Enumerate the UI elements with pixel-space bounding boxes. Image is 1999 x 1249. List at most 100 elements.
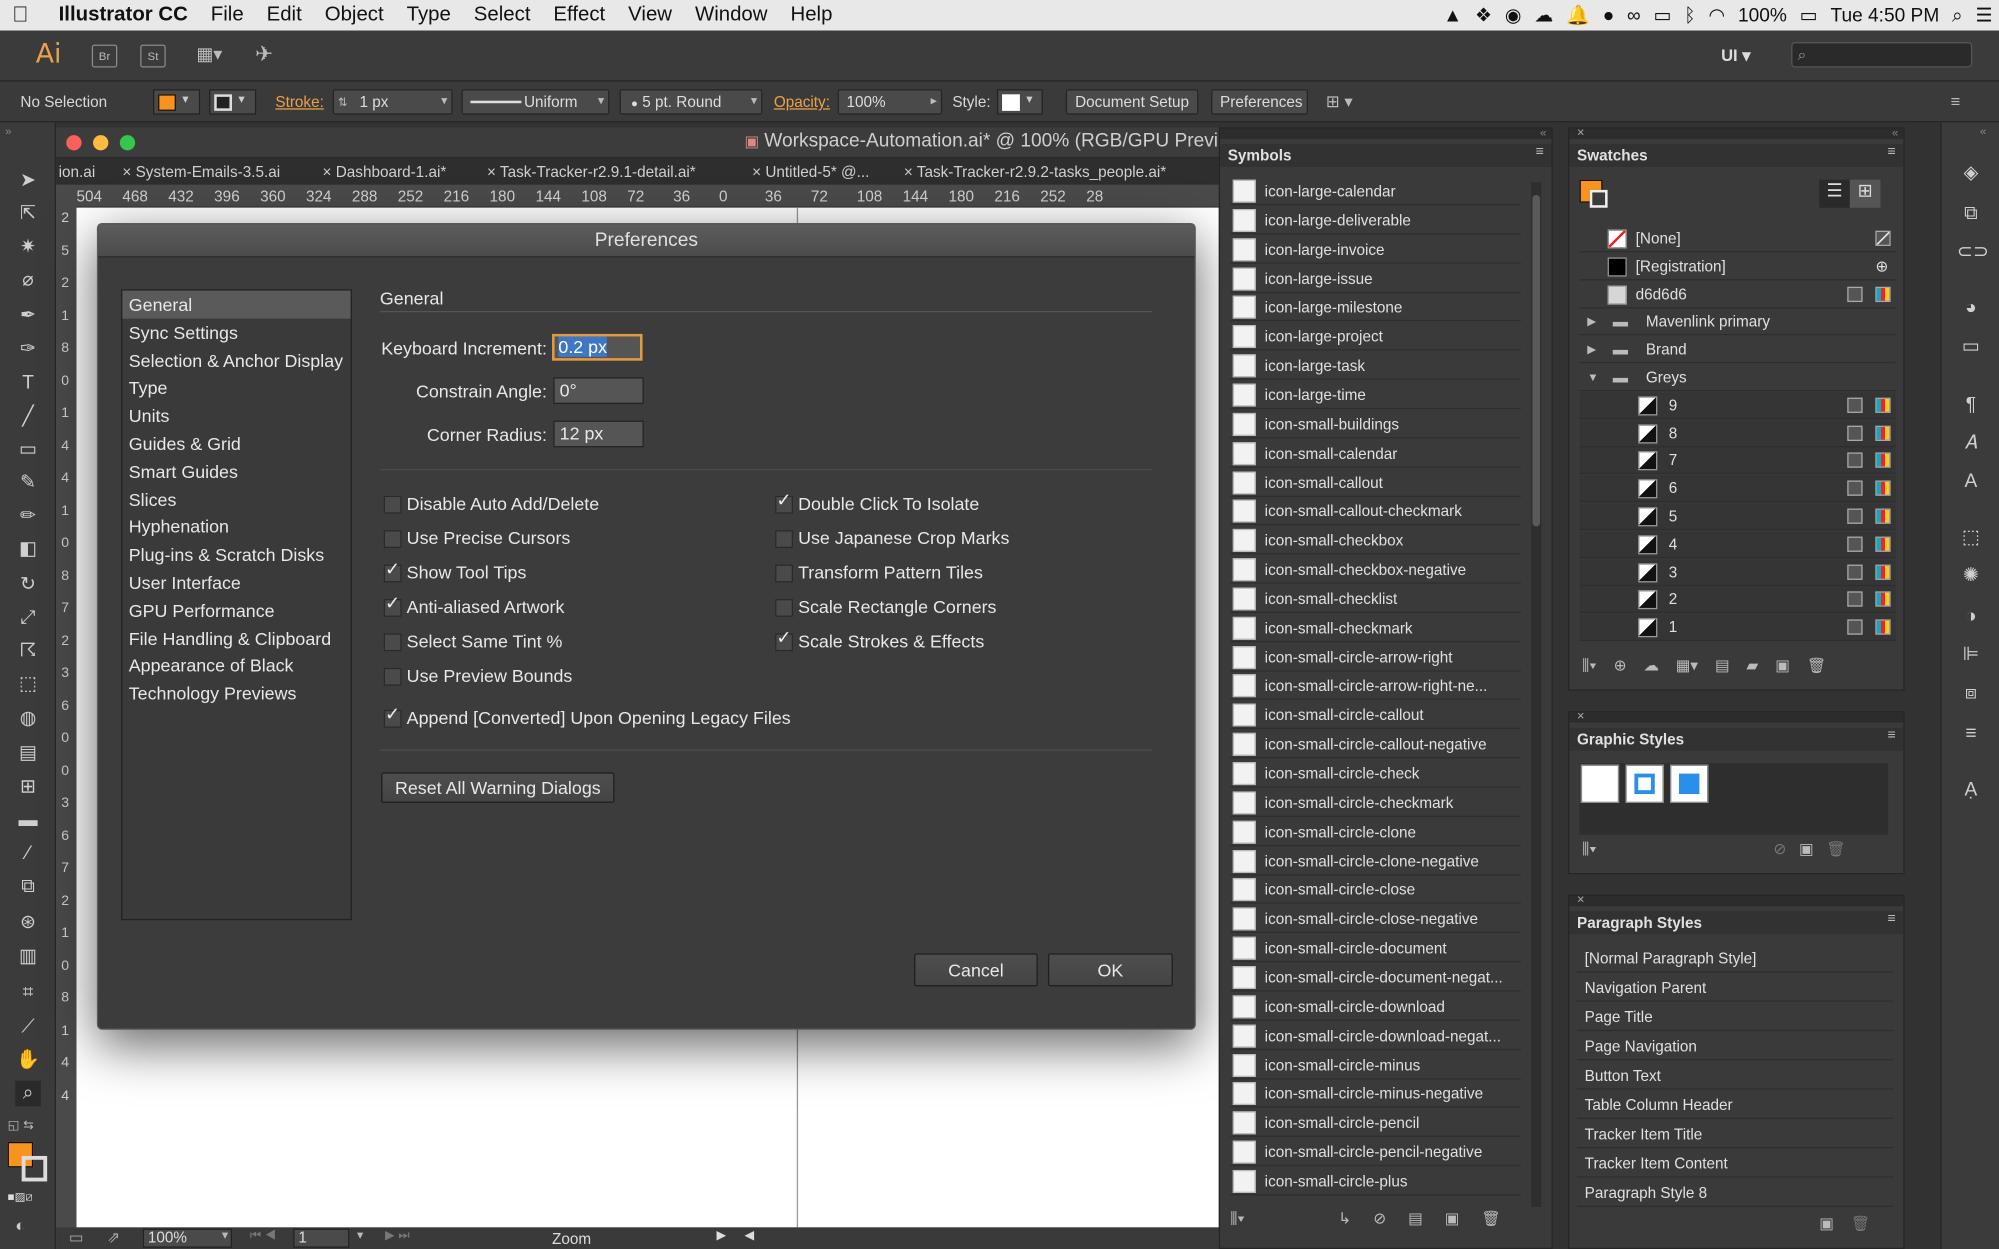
symbol-list-item[interactable]: icon-large-issue	[1230, 265, 1521, 293]
pref-nav-item[interactable]: Appearance of Black	[122, 652, 350, 680]
menu-object[interactable]: Object	[313, 4, 395, 27]
align-icon[interactable]: ⊫	[1957, 642, 1985, 667]
eyedropper-tool-icon[interactable]: ⁄	[15, 841, 40, 866]
menu-type[interactable]: Type	[395, 4, 462, 27]
swatch-row[interactable]: 7	[1579, 447, 1896, 475]
pref-nav-item[interactable]: User Interface	[122, 568, 350, 596]
arrange-documents-icon[interactable]: ▦▾	[196, 43, 234, 68]
pref-nav-item[interactable]: Units	[122, 402, 350, 430]
panel-menu-icon[interactable]: ≡	[1536, 144, 1544, 159]
symbol-list-item[interactable]: icon-small-circle-clone	[1230, 818, 1521, 846]
pref-nav-item[interactable]: Slices	[122, 485, 350, 513]
chevron-right-icon[interactable]: ▶	[1587, 309, 1596, 336]
option-checkbox[interactable]: Disable Auto Add/Delete	[383, 493, 599, 514]
symbol-list-item[interactable]: icon-large-task	[1230, 352, 1521, 380]
delete-icon[interactable]: 🗑	[1481, 1209, 1500, 1227]
symbol-list-item[interactable]: icon-small-checkbox-negative	[1230, 556, 1521, 584]
pen-tool-icon[interactable]: ✒	[15, 303, 40, 328]
lasso-tool-icon[interactable]: ⌀	[15, 268, 40, 293]
shape-builder-tool-icon[interactable]: ◍	[15, 706, 40, 731]
keyboard-increment-field[interactable]: 0.2 px	[552, 333, 643, 361]
close-tab-icon[interactable]: ×	[904, 163, 913, 181]
cancel-button[interactable]: Cancel	[914, 953, 1038, 987]
pencil-tool-icon[interactable]: ✏	[15, 503, 40, 528]
cc-libraries-icon[interactable]: ▭	[69, 1229, 83, 1247]
character-styles-icon[interactable]: A	[1957, 469, 1985, 494]
panel-collapse-bar[interactable]	[1569, 895, 1904, 907]
document-setup-button[interactable]: Document Setup	[1065, 89, 1199, 115]
gpu-rocket-icon[interactable]: ✈	[255, 42, 273, 67]
panel-title[interactable]: Symbols	[1220, 144, 1552, 167]
battery-percent[interactable]: 100%	[1732, 4, 1794, 26]
symbol-list-item[interactable]: icon-small-circle-check	[1230, 760, 1521, 788]
paragraph-style-item[interactable]: Tracker Item Content	[1577, 1150, 1894, 1178]
menu-view[interactable]: View	[617, 4, 684, 27]
menu-edit[interactable]: Edit	[255, 4, 313, 27]
graphic-style-default[interactable]	[1580, 764, 1620, 803]
option-checkbox[interactable]: Use Precise Cursors	[383, 528, 570, 549]
new-color-group-icon[interactable]: ▰	[1746, 656, 1758, 674]
paragraph-style-item[interactable]: Page Navigation	[1577, 1032, 1894, 1061]
first-artboard-icon[interactable]: ⏮ ◀	[250, 1229, 276, 1243]
gradient-tool-icon[interactable]: ▬	[15, 808, 40, 833]
links-icon[interactable]: ⊂⊃	[1957, 240, 1989, 265]
option-checkbox[interactable]: Transform Pattern Tiles	[775, 562, 983, 583]
break-link-icon[interactable]: ⊘	[1373, 1209, 1386, 1227]
place-symbol-icon[interactable]: ↳	[1338, 1209, 1351, 1227]
symbol-list-item[interactable]: icon-small-circle-plus	[1230, 1167, 1521, 1196]
app-menu[interactable]: Illustrator CC	[41, 4, 200, 27]
transparency-icon[interactable]: ◑	[1957, 604, 1985, 629]
default-fill-stroke-icon[interactable]: ◱ ⇆	[8, 1119, 34, 1133]
close-tab-icon[interactable]: ×	[487, 163, 496, 181]
pref-nav-item[interactable]: Hyphenation	[122, 513, 350, 541]
paragraph-style-item[interactable]: Button Text	[1577, 1062, 1894, 1090]
transform-icon[interactable]: ⬚	[1957, 525, 1985, 550]
symbol-list-item[interactable]: icon-small-circle-clone-negative	[1230, 847, 1521, 875]
symbol-list-item[interactable]: icon-small-circle-arrow-right-ne...	[1230, 672, 1521, 701]
tab-document[interactable]: × Task-Tracker-r2.9.2-tasks_people.ai*	[904, 163, 1166, 181]
option-checkbox[interactable]: Use Preview Bounds	[383, 665, 572, 686]
symbol-list-item[interactable]: icon-small-circle-close	[1230, 876, 1521, 905]
symbol-list-item[interactable]: icon-small-circle-minus-negative	[1230, 1080, 1521, 1108]
swatch-row[interactable]: [Registration] ⊕	[1579, 253, 1896, 281]
stroke-swatch[interactable]	[1589, 189, 1608, 208]
close-icon[interactable]: ×	[1577, 710, 1584, 724]
symbol-list-item[interactable]: icon-small-circle-minus	[1230, 1051, 1521, 1079]
airplay-icon[interactable]: ▭	[1647, 4, 1678, 27]
symbol-list-item[interactable]: icon-small-callout-checkmark	[1230, 497, 1521, 526]
scrollbar-track[interactable]	[1531, 182, 1542, 1207]
bluetooth-icon[interactable]: ᛒ	[1678, 4, 1702, 26]
new-style-icon[interactable]: ▣	[1819, 1215, 1833, 1233]
pref-nav-item[interactable]: Guides & Grid	[122, 430, 350, 458]
reset-warning-dialogs-button[interactable]: Reset All Warning Dialogs	[381, 772, 615, 803]
paragraph-style-item[interactable]: Paragraph Style 8	[1577, 1179, 1894, 1207]
symbol-list-item[interactable]: icon-small-calendar	[1230, 439, 1521, 468]
swatch-options-icon[interactable]: ▤	[1715, 656, 1729, 674]
draw-mode-icon[interactable]: ◐	[15, 1216, 25, 1235]
close-icon[interactable]: ×	[1577, 893, 1584, 907]
symbol-list-item[interactable]: icon-small-circle-arrow-right	[1230, 643, 1521, 672]
panel-collapse-bar[interactable]	[1220, 128, 1552, 139]
symbol-list-item[interactable]: icon-large-time	[1230, 381, 1521, 410]
infinity-icon[interactable]: ∞	[1621, 4, 1647, 26]
magic-wand-tool-icon[interactable]: ✷	[15, 235, 40, 260]
symbol-list-item[interactable]: icon-small-circle-pencil	[1230, 1109, 1521, 1138]
swatch-libraries-icon[interactable]: ⫼▾	[1582, 656, 1597, 674]
collapse-icon[interactable]: «	[1540, 126, 1546, 139]
graphic-style-fill[interactable]	[1670, 764, 1709, 803]
chevron-down-icon[interactable]: ▾	[441, 90, 447, 113]
paragraph-style-item[interactable]: Table Column Header	[1577, 1091, 1894, 1120]
pref-nav-item[interactable]: Smart Guides	[122, 457, 350, 485]
pref-nav-item[interactable]: Selection & Anchor Display	[122, 346, 350, 374]
symbol-sprayer-tool-icon[interactable]: ⊛	[15, 910, 40, 935]
swatch-row[interactable]: [None]	[1579, 226, 1896, 253]
new-swatch-icon[interactable]: ▣	[1775, 656, 1789, 674]
symbol-libraries-icon[interactable]: ⫼▾	[1230, 1209, 1245, 1227]
fill-swatch-dropdown[interactable]: ▾	[152, 89, 201, 115]
swatch-row[interactable]: 5	[1579, 503, 1896, 531]
symbol-list-item[interactable]: icon-small-buildings	[1230, 410, 1521, 439]
pref-nav-item[interactable]: File Handling & Clipboard	[122, 624, 350, 652]
symbol-list-item[interactable]: icon-small-circle-download-negat...	[1230, 1022, 1521, 1050]
swatch-row[interactable]: 4	[1579, 531, 1896, 558]
slice-tool-icon[interactable]: ⟋	[15, 1014, 40, 1039]
